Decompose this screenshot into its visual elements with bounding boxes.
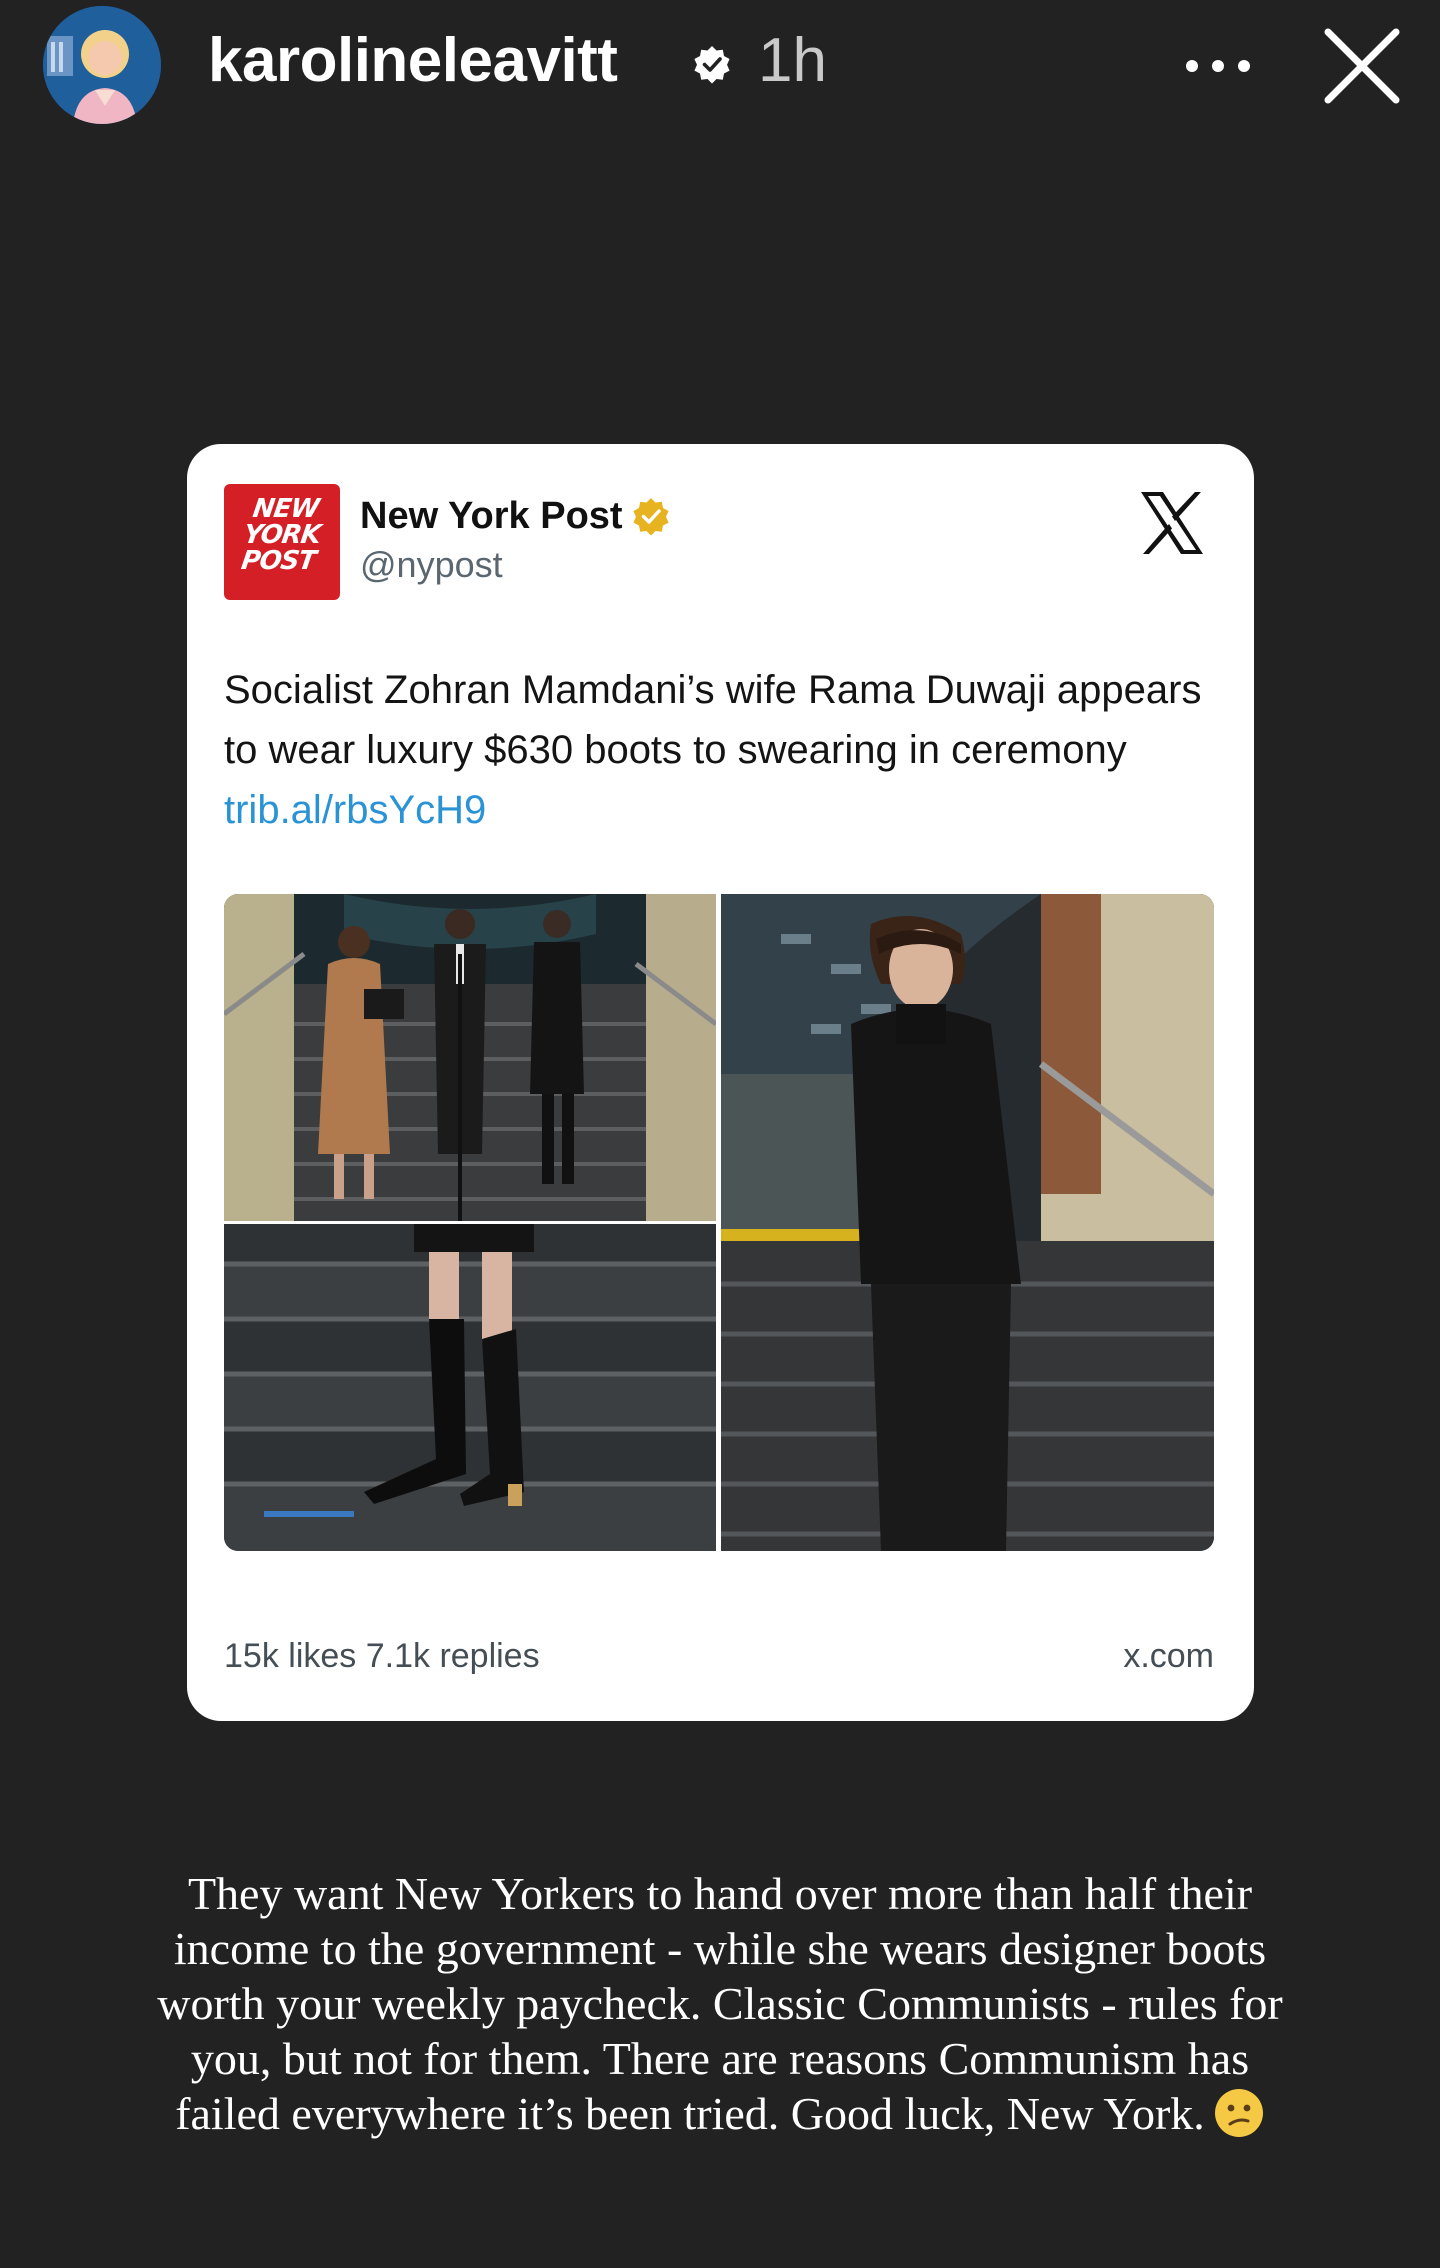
nypost-logo: NEW YORK POST (224, 484, 340, 600)
more-horizontal-icon (1186, 60, 1250, 72)
media-photo-boots[interactable] (224, 1224, 716, 1551)
account-handle[interactable]: @nypost (360, 544, 503, 586)
close-icon (1324, 28, 1400, 104)
engagement-stats: 15k likes 7.1k replies (224, 1637, 540, 1675)
close-button[interactable] (1320, 24, 1404, 108)
media-photo-portrait[interactable] (721, 894, 1214, 1551)
media-photo-ceremony[interactable] (224, 894, 716, 1221)
logo-line-1: NEW (250, 494, 321, 524)
caption-line-5-wrap: failed everywhere it’s been tried. Good … (80, 2086, 1360, 2141)
caption-line-3: worth your weekly paycheck. Classic Comm… (157, 1978, 1283, 2029)
username[interactable]: karolineleavitt (208, 26, 618, 96)
tweet-text: Socialist Zohran Mamdani’s wife Rama Duw… (224, 660, 1214, 840)
confused-face-emoji-icon (1214, 2089, 1263, 2137)
verified-badge-icon (694, 46, 730, 84)
avatar[interactable] (43, 6, 161, 124)
card-footer: 15k likes 7.1k replies x.com (224, 1634, 1214, 1680)
caption-line-1: They want New Yorkers to hand over more … (187, 1868, 1253, 1919)
story-header: karolineleavitt 1h (0, 0, 1440, 140)
media-grid (224, 894, 1214, 1551)
embedded-post-card[interactable]: NEW YORK POST New York Post @nypost Soci… (187, 444, 1254, 1721)
caption-line-2: income to the government - while she wea… (173, 1923, 1267, 1974)
logo-line-3: POST (239, 546, 318, 576)
tweet-link[interactable]: trib.al/rbsYcH9 (224, 788, 486, 832)
account-name[interactable]: New York Post (360, 494, 623, 538)
tweet-body: Socialist Zohran Mamdani’s wife Rama Duw… (224, 668, 1202, 772)
logo-line-2: YORK (241, 520, 323, 550)
x-logo-icon[interactable] (1137, 488, 1207, 558)
story-viewer: karolineleavitt 1h NEW YORK POST New Yor… (0, 0, 1440, 2268)
post-time: 1h (758, 26, 827, 95)
story-caption: They want New Yorkers to hand over more … (80, 1866, 1360, 2141)
caption-line-5: failed everywhere it’s been tried. Good … (175, 2088, 1205, 2139)
more-options-button[interactable] (1180, 34, 1260, 94)
source-domain[interactable]: x.com (1123, 1634, 1214, 1678)
caption-line-4: you, but not for them. There are reasons… (190, 2033, 1250, 2084)
verified-gold-badge-icon (633, 498, 669, 536)
